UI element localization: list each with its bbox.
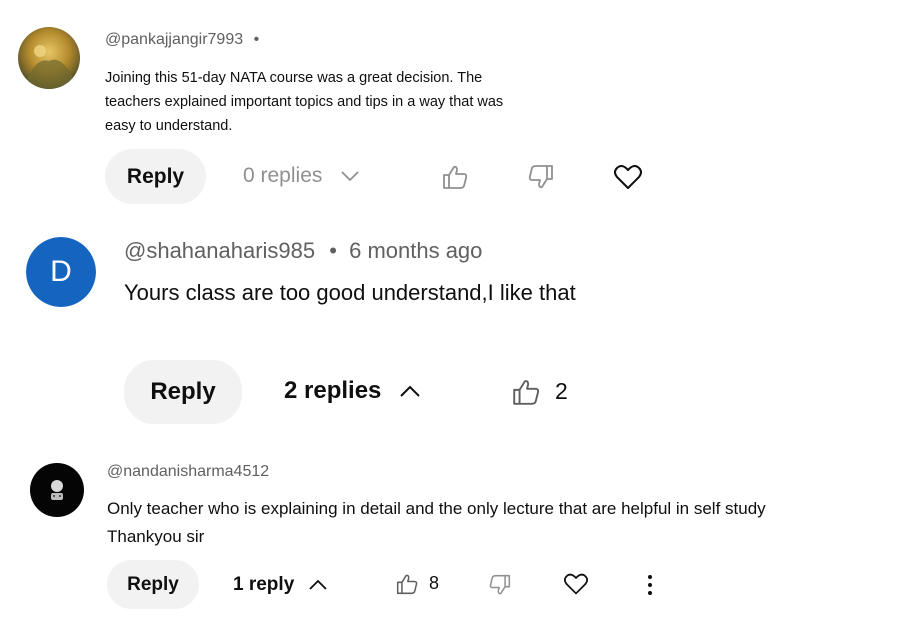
avatar-letter: D bbox=[50, 255, 72, 288]
comment-text: Joining this 51-day NATA course was a gr… bbox=[105, 70, 504, 134]
chevron-down-icon bbox=[340, 170, 360, 182]
replies-toggle[interactable]: 2 replies bbox=[284, 377, 421, 405]
replies-label: 0 replies bbox=[243, 164, 323, 187]
reply-button[interactable]: Reply bbox=[105, 149, 206, 204]
avatar[interactable] bbox=[30, 463, 84, 517]
dislike-icon[interactable] bbox=[527, 164, 555, 190]
avatar[interactable]: D bbox=[26, 237, 96, 307]
reply-button[interactable]: Reply bbox=[107, 560, 199, 609]
dot-separator: • bbox=[253, 31, 260, 48]
heart-icon[interactable] bbox=[563, 572, 589, 596]
avatar-image bbox=[51, 480, 63, 500]
comment-text: Only teacher who is explaining in detail… bbox=[107, 499, 766, 546]
comment-text: Yours class are too good understand,I li… bbox=[124, 280, 576, 305]
dislike-icon[interactable] bbox=[488, 574, 512, 596]
like-icon[interactable] bbox=[395, 573, 419, 595]
like-count: 8 bbox=[429, 573, 440, 593]
replies-label: 2 replies bbox=[284, 377, 382, 404]
replies-label: 1 reply bbox=[233, 574, 295, 595]
comment-author[interactable]: @nandanisharma4512 bbox=[107, 463, 269, 481]
reply-button[interactable]: Reply bbox=[124, 360, 242, 424]
chevron-up-icon bbox=[399, 384, 421, 398]
more-options-icon[interactable] bbox=[645, 573, 655, 597]
avatar-image bbox=[18, 27, 80, 89]
like-icon[interactable] bbox=[511, 378, 541, 406]
replies-toggle[interactable]: 0 replies bbox=[243, 164, 360, 188]
like-count: 2 bbox=[555, 378, 568, 404]
heart-icon[interactable] bbox=[613, 163, 643, 191]
dot-separator: • bbox=[329, 238, 337, 263]
chevron-up-icon bbox=[308, 579, 328, 591]
comment-timestamp[interactable]: 6 months ago bbox=[349, 238, 482, 263]
avatar[interactable] bbox=[18, 27, 80, 89]
replies-toggle[interactable]: 1 reply bbox=[233, 574, 328, 596]
like-icon[interactable] bbox=[441, 164, 469, 190]
comment-author[interactable]: @shahanaharis985 • 6 months ago bbox=[124, 238, 482, 264]
comment-author[interactable]: @pankajjangir7993 • bbox=[105, 31, 259, 49]
